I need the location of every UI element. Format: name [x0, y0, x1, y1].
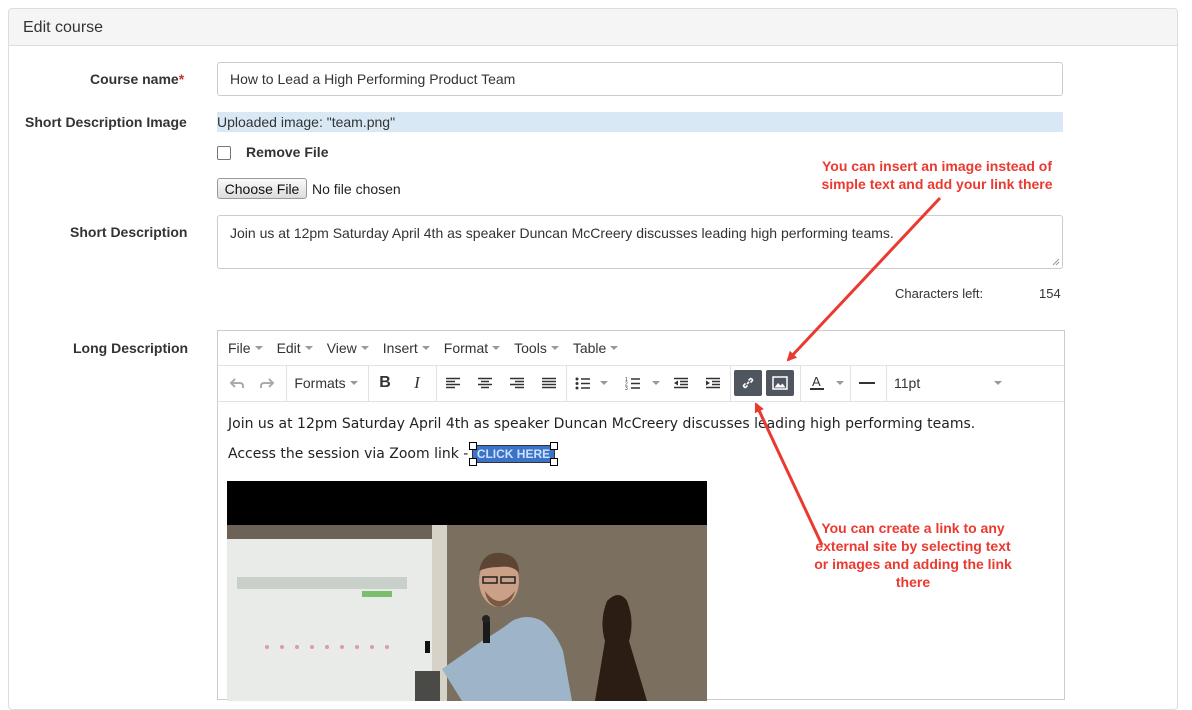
formats-dropdown[interactable]: Formats — [290, 370, 362, 396]
editor-toolbar: Formats B I 123 A 11pt — [218, 366, 1064, 402]
panel-title: Edit course — [9, 9, 1177, 46]
chevron-down-icon[interactable] — [596, 370, 608, 396]
characters-left-count: 154 — [1039, 286, 1061, 301]
toolbar-divider — [850, 366, 851, 401]
chevron-down-icon[interactable] — [648, 370, 660, 396]
required-mark: * — [178, 71, 185, 87]
remove-file-label: Remove File — [246, 144, 329, 160]
chevron-down-icon[interactable] — [832, 370, 844, 396]
characters-left-label: Characters left: — [895, 286, 984, 301]
menu-view[interactable]: View — [327, 340, 369, 356]
resize-handle[interactable] — [550, 442, 559, 450]
short-description-text: Join us at 12pm Saturday April 4th as sp… — [230, 225, 894, 241]
bullet-list-icon[interactable] — [572, 370, 594, 396]
redo-icon[interactable] — [256, 370, 278, 396]
resize-handle[interactable] — [468, 458, 477, 466]
svg-text:A: A — [812, 375, 821, 389]
click-here-link-button[interactable]: CLICK HERE — [468, 442, 559, 466]
file-status-text: No file chosen — [312, 181, 401, 197]
chevron-down-icon — [421, 346, 430, 350]
remove-file-checkbox[interactable] — [217, 146, 231, 160]
content-paragraph: Access the session via Zoom link - CLICK… — [228, 442, 1054, 466]
indent-icon[interactable] — [702, 370, 724, 396]
resize-handle[interactable] — [550, 458, 559, 466]
italic-icon[interactable]: I — [406, 370, 428, 396]
embedded-video-thumbnail[interactable] — [227, 481, 707, 701]
chevron-down-icon — [304, 346, 313, 350]
course-name-input[interactable]: How to Lead a High Performing Product Te… — [217, 62, 1063, 96]
editor-content[interactable]: Join us at 12pm Saturday April 4th as sp… — [218, 402, 1064, 701]
menu-insert[interactable]: Insert — [383, 340, 430, 356]
toolbar-divider — [566, 366, 567, 401]
horizontal-rule-icon[interactable] — [856, 370, 878, 396]
align-justify-icon[interactable] — [538, 370, 560, 396]
toolbar-divider — [368, 366, 369, 401]
long-description-label: Long Description — [73, 340, 189, 356]
editor-menubar: File Edit View Insert Format Tools Table — [218, 331, 1064, 366]
rich-text-editor: File Edit View Insert Format Tools Table… — [217, 330, 1065, 701]
align-center-icon[interactable] — [474, 370, 496, 396]
bold-icon[interactable]: B — [374, 370, 396, 396]
uploaded-image-text: Uploaded image: "team.png" — [217, 112, 1063, 132]
insert-link-icon[interactable] — [734, 370, 762, 396]
short-description-image-label: Short Description Image — [25, 114, 187, 130]
toolbar-divider — [286, 366, 287, 401]
font-size-dropdown[interactable]: 11pt — [894, 370, 1002, 396]
course-name-label: Course name* — [90, 71, 185, 87]
resize-handle-icon[interactable] — [1052, 258, 1060, 266]
chevron-down-icon — [254, 346, 263, 350]
menu-file[interactable]: File — [228, 340, 263, 356]
text-color-icon[interactable]: A — [806, 370, 828, 396]
insert-image-icon[interactable] — [766, 370, 794, 396]
menu-format[interactable]: Format — [444, 340, 501, 356]
toolbar-divider — [886, 366, 887, 401]
chevron-down-icon — [492, 346, 501, 350]
undo-icon[interactable] — [226, 370, 248, 396]
align-left-icon[interactable] — [442, 370, 464, 396]
menu-tools[interactable]: Tools — [514, 340, 559, 356]
resize-handle[interactable] — [468, 442, 477, 450]
toolbar-divider — [800, 366, 801, 401]
align-right-icon[interactable] — [506, 370, 528, 396]
choose-file-button[interactable]: Choose File — [217, 178, 307, 199]
short-description-textarea[interactable]: Join us at 12pm Saturday April 4th as sp… — [217, 215, 1063, 269]
chevron-down-icon — [610, 346, 619, 350]
content-paragraph: Join us at 12pm Saturday April 4th as sp… — [228, 416, 976, 432]
chevron-down-icon — [550, 346, 559, 350]
chevron-down-icon — [994, 381, 1002, 385]
menu-table[interactable]: Table — [573, 340, 619, 356]
svg-text:3: 3 — [625, 386, 628, 390]
outdent-icon[interactable] — [670, 370, 692, 396]
chevron-down-icon — [349, 381, 358, 385]
font-size-value: 11pt — [894, 375, 921, 391]
image-annotation: You can insert an image instead of simpl… — [821, 158, 1053, 192]
link-annotation: You can create a link to any external si… — [814, 520, 1012, 590]
menu-edit[interactable]: Edit — [277, 340, 313, 356]
short-description-label: Short Description — [70, 224, 188, 240]
toolbar-divider — [730, 366, 731, 401]
chevron-down-icon — [360, 346, 369, 350]
numbered-list-icon[interactable]: 123 — [622, 370, 644, 396]
toolbar-divider — [436, 366, 437, 401]
